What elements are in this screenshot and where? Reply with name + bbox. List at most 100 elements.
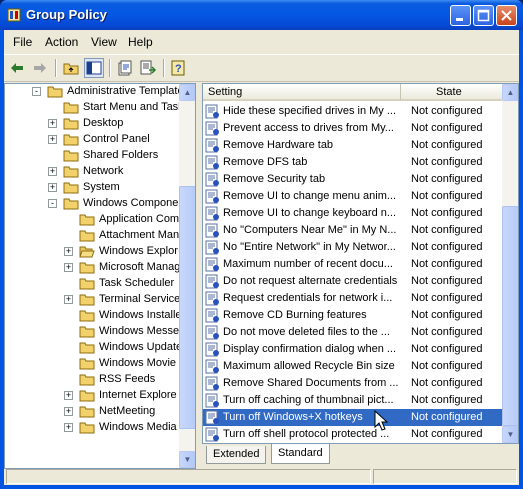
tree-item-label: Windows Media — [99, 421, 177, 433]
setting-state: Not configured — [411, 207, 483, 219]
tree-scrollbar[interactable]: ▲ ▼ — [179, 84, 195, 468]
up-folder-icon[interactable] — [62, 59, 80, 77]
minimize-button[interactable] — [450, 5, 471, 26]
setting-state: Not configured — [411, 105, 483, 117]
settings-list[interactable]: Setting State Hide these specified drive… — [202, 83, 519, 444]
setting-state: Not configured — [411, 275, 483, 287]
expand-icon[interactable]: + — [64, 263, 73, 272]
setting-row[interactable]: Do not request alternate credentials Not … — [203, 273, 503, 290]
expand-icon[interactable]: + — [48, 183, 57, 192]
expand-icon[interactable]: + — [64, 423, 73, 432]
tree-item[interactable]: + Internet Explore — [5, 388, 179, 404]
list-scrollbar[interactable]: ▲ ▼ — [502, 84, 518, 443]
scroll-thumb[interactable] — [179, 186, 195, 429]
tree-item[interactable]: + Control Panel — [5, 132, 179, 148]
tree-item-label: Windows Messe — [99, 325, 180, 337]
tab-extended[interactable]: Extended — [206, 446, 267, 464]
tree-item[interactable]: + Windows Explor — [5, 244, 179, 260]
expand-icon[interactable]: + — [48, 119, 57, 128]
setting-row[interactable]: Do not move deleted files to the ... Not … — [203, 324, 503, 341]
tree-item[interactable]: - Windows Componen — [5, 196, 185, 212]
tree-item[interactable]: - Administrative Template — [5, 84, 184, 100]
forward-arrow-icon[interactable] — [31, 59, 49, 77]
back-arrow-icon[interactable] — [8, 59, 26, 77]
policy-setting-icon — [205, 206, 219, 221]
column-header-setting[interactable]: Setting — [203, 84, 400, 101]
setting-state: Not configured — [411, 411, 483, 423]
folder-icon — [63, 150, 79, 162]
show-tree-icon[interactable] — [84, 58, 104, 78]
tree-item[interactable]: Windows Installe — [5, 308, 182, 324]
setting-row[interactable]: Display confirmation dialog when ... Not … — [203, 341, 503, 358]
tree-item[interactable]: Attachment Man — [5, 228, 179, 244]
policy-setting-icon — [205, 291, 219, 306]
setting-row[interactable]: No "Entire Network" in My Networ... Not c… — [203, 239, 503, 256]
tree-item[interactable]: + Desktop — [5, 116, 179, 132]
setting-row[interactable]: Prevent access to drives from My... Not c… — [203, 120, 503, 137]
menu-help[interactable]: Help — [128, 35, 153, 49]
tree-item[interactable]: Task Scheduler — [5, 276, 179, 292]
expand-icon[interactable]: + — [64, 247, 73, 256]
tree-item[interactable]: + Windows Media — [5, 420, 179, 436]
column-header-state[interactable]: State — [400, 84, 503, 101]
scroll-down-button[interactable]: ▼ — [179, 451, 195, 468]
setting-row[interactable]: Remove UI to change menu anim... Not conf… — [203, 188, 503, 205]
export-list-icon[interactable] — [139, 59, 157, 77]
setting-row[interactable]: Request credentials for network i... Not … — [203, 290, 503, 307]
setting-row[interactable]: Remove DFS tab Not configured — [203, 154, 503, 171]
tab-standard[interactable]: Standard — [271, 444, 330, 464]
setting-row[interactable]: Remove Shared Documents from ... Not conf… — [203, 375, 503, 392]
setting-row[interactable]: Turn off caching of thumbnail pict... Not… — [203, 392, 503, 409]
folder-icon — [79, 422, 95, 434]
menu-file[interactable]: File — [13, 35, 32, 49]
tree-item[interactable]: + Terminal Service — [5, 292, 180, 308]
collapse-icon[interactable]: - — [48, 199, 57, 208]
expand-icon[interactable]: + — [64, 391, 73, 400]
menu-action[interactable]: Action — [45, 35, 78, 49]
scroll-down-button[interactable]: ▼ — [502, 426, 518, 443]
tree-item[interactable]: + Microsoft Manag — [5, 260, 180, 276]
collapse-icon[interactable]: - — [32, 87, 41, 96]
tree-item[interactable]: RSS Feeds — [5, 372, 179, 388]
title-bar[interactable]: Group Policy — [0, 0, 523, 30]
setting-row[interactable]: Remove UI to change keyboard n... Not con… — [203, 205, 503, 222]
maximize-button[interactable] — [473, 5, 494, 26]
folder-icon — [47, 86, 63, 98]
setting-row[interactable]: Remove Security tab Not configured — [203, 171, 503, 188]
tree-item[interactable]: Start Menu and Taskb — [5, 100, 190, 116]
tree-item[interactable]: Shared Folders — [5, 148, 179, 164]
setting-row[interactable]: Turn off Windows+X hotkeys Not configured — [203, 409, 503, 426]
properties-icon[interactable] — [116, 59, 134, 77]
expand-icon[interactable]: + — [48, 167, 57, 176]
scroll-up-button[interactable]: ▲ — [502, 84, 518, 101]
tree-item[interactable]: + NetMeeting — [5, 404, 179, 420]
tree-item[interactable]: Application Com — [5, 212, 179, 228]
expand-icon[interactable]: + — [48, 135, 57, 144]
setting-row[interactable]: Remove CD Burning features Not configured — [203, 307, 503, 324]
tree-item-label: Windows Componen — [83, 197, 185, 209]
setting-row[interactable]: Turn off shell protocol protected ... Not… — [203, 426, 503, 443]
tree-item[interactable]: Windows Update — [5, 340, 182, 356]
tree-pane[interactable]: - Administrative Template Start Menu and T… — [4, 83, 196, 469]
expand-icon[interactable]: + — [64, 295, 73, 304]
tree-item[interactable]: + Network — [5, 164, 179, 180]
setting-row[interactable]: Remove Hardware tab Not configured — [203, 137, 503, 154]
expand-icon[interactable]: + — [64, 407, 73, 416]
setting-row[interactable]: Maximum number of recent docu... Not conf… — [203, 256, 503, 273]
help-icon[interactable]: ? — [170, 59, 188, 77]
setting-name: No "Entire Network" in My Networ... — [223, 241, 396, 253]
setting-row[interactable]: No "Computers Near Me" in My N... Not con… — [203, 222, 503, 239]
tree-item[interactable]: Windows Messe — [5, 324, 179, 340]
folder-icon — [79, 374, 95, 386]
close-button[interactable] — [496, 5, 517, 26]
scroll-up-button[interactable]: ▲ — [179, 84, 195, 101]
scroll-thumb[interactable] — [502, 206, 518, 426]
setting-name: Remove UI to change keyboard n... — [223, 207, 397, 219]
menu-view[interactable]: View — [91, 35, 117, 49]
setting-name: Prevent access to drives from My... — [223, 122, 394, 134]
tree-item-label: Administrative Template — [67, 85, 184, 97]
setting-row[interactable]: Maximum allowed Recycle Bin size Not conf… — [203, 358, 503, 375]
tree-item[interactable]: Windows Movie — [5, 356, 179, 372]
setting-row[interactable]: Hide these specified drives in My ... Not… — [203, 103, 503, 120]
tree-item[interactable]: + System — [5, 180, 179, 196]
